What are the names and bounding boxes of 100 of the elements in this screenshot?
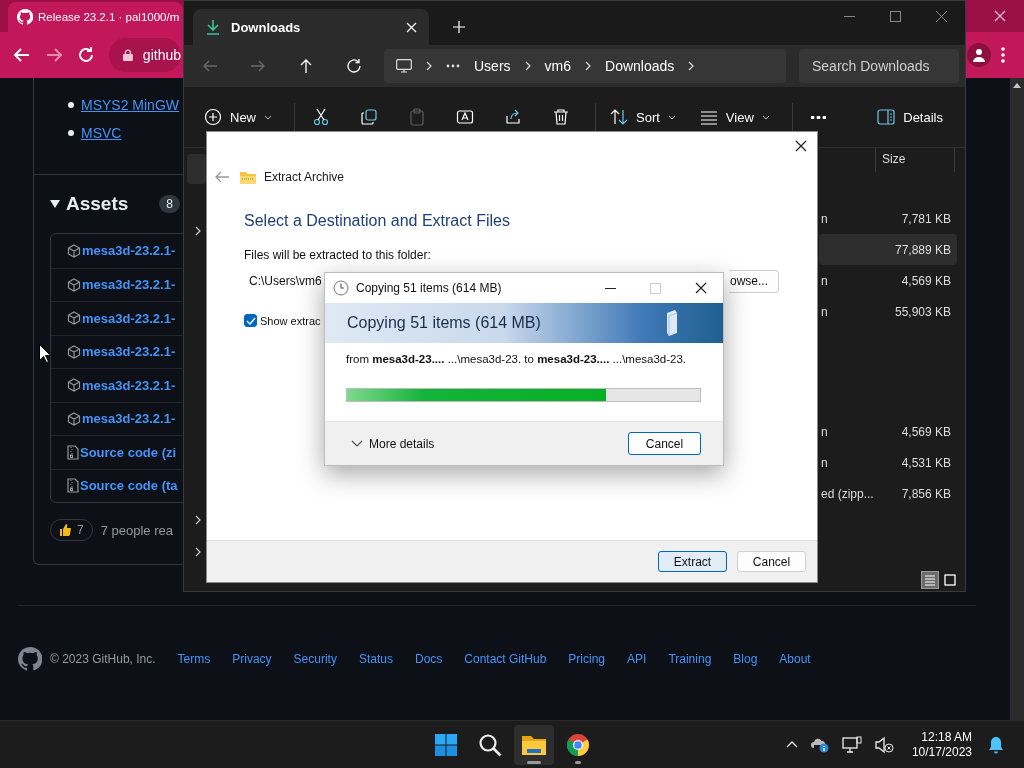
browser-icon <box>566 732 590 757</box>
speaker-muted-icon[interactable] <box>873 735 894 754</box>
breadcrumb-item[interactable]: Downloads <box>605 58 675 74</box>
file-size: 4,569 KB <box>900 273 952 288</box>
clock-button[interactable]: 12:18 AM 10/17/2023 <box>911 729 972 760</box>
scroll-up-icon[interactable] <box>1013 83 1021 88</box>
checkbox-label: Show extrac <box>260 314 321 327</box>
dialog-button[interactable]: Extract <box>658 551 727 572</box>
caret-icon[interactable] <box>50 200 60 208</box>
footer-link[interactable]: Terms <box>177 652 211 666</box>
profile-avatar[interactable] <box>967 43 991 67</box>
browser-tab[interactable]: Release 23.2.1 · pal1000/m <box>8 2 183 32</box>
more-icon <box>811 115 827 119</box>
document-icon <box>665 309 679 337</box>
chevron-right-icon[interactable] <box>524 61 531 71</box>
checkbox[interactable] <box>244 314 257 327</box>
asset-link[interactable]: mesa3d-23.2.1- <box>82 344 176 360</box>
asset-link[interactable]: mesa3d-23.2.1- <box>82 243 176 259</box>
file-row[interactable]: n 4,569 KB <box>819 416 957 447</box>
file-size: 77,889 KB <box>893 242 952 257</box>
cancel-button[interactable]: Cancel <box>628 432 701 455</box>
explorer-tab[interactable]: Downloads <box>193 9 429 45</box>
close-icon[interactable] <box>795 140 807 152</box>
file-row[interactable]: n 55,903 KB <box>819 296 957 327</box>
file-row[interactable]: ed (zipp... 7,856 KB <box>819 478 957 509</box>
footer-link[interactable]: Security <box>293 652 337 666</box>
file-row[interactable]: n 4,531 KB <box>819 447 957 478</box>
more-details-toggle[interactable]: More details <box>351 436 435 451</box>
search-icon <box>478 732 502 757</box>
file-size: 7,856 KB <box>900 486 952 501</box>
kebab-menu-icon[interactable] <box>1001 47 1005 63</box>
view-button[interactable]: View <box>691 100 778 134</box>
asset-link[interactable]: mesa3d-23.2.1- <box>82 377 176 393</box>
download-link[interactable]: MSYS2 MinGW <box>81 97 179 113</box>
dialog-button[interactable]: Cancel <box>737 551 806 572</box>
more-icon[interactable] <box>446 64 460 68</box>
new-button[interactable]: New <box>196 100 280 134</box>
network-icon[interactable] <box>841 735 862 754</box>
chevron-right-icon[interactable] <box>195 515 201 525</box>
file-row[interactable]: n 7,781 KB <box>819 203 957 234</box>
chevron-right-icon[interactable] <box>585 61 591 71</box>
address-bar[interactable]: github <box>109 38 181 72</box>
search-field[interactable]: Search Downloads <box>799 49 959 83</box>
plus-circle-icon <box>204 108 222 126</box>
copyright-text: © 2023 GitHub, Inc. <box>50 652 156 666</box>
chevron-up-icon[interactable] <box>785 741 798 748</box>
file-type: n <box>821 304 828 319</box>
back-icon[interactable] <box>13 46 31 64</box>
up-arrow-icon[interactable] <box>298 58 314 74</box>
tiles-view-button[interactable] <box>941 571 959 589</box>
chevron-right-icon[interactable] <box>195 547 201 557</box>
chevron-right-icon[interactable] <box>426 61 432 71</box>
notification-bell-icon[interactable] <box>988 735 1004 754</box>
footer-link[interactable]: Docs <box>414 652 443 666</box>
footer-link[interactable]: Contact GitHub <box>464 652 547 666</box>
download-link[interactable]: MSVC <box>81 125 122 141</box>
file-row[interactable]: 77,889 KB <box>819 234 957 265</box>
footer-link[interactable]: Blog <box>733 652 758 666</box>
asset-link[interactable]: Source code (ta <box>80 478 178 494</box>
asset-link[interactable]: mesa3d-23.2.1- <box>82 411 176 427</box>
dialog-title: Extract Archive <box>264 170 345 184</box>
maximize-icon[interactable] <box>890 11 901 22</box>
scrollbar[interactable] <box>1010 78 1024 720</box>
chevron-down-icon <box>351 440 363 447</box>
column-header[interactable]: Size <box>875 148 955 172</box>
reload-icon[interactable] <box>77 46 95 64</box>
refresh-icon[interactable] <box>346 58 362 74</box>
footer-link[interactable]: Privacy <box>232 652 272 666</box>
breadcrumb-item[interactable]: Users <box>474 58 511 74</box>
asset-link[interactable]: mesa3d-23.2.1- <box>82 277 176 293</box>
nav-pane-item[interactable] <box>187 154 207 184</box>
browse-button[interactable]: owse... <box>729 269 779 293</box>
sort-button[interactable]: Sort <box>602 100 684 134</box>
chevron-right-icon[interactable] <box>195 226 201 236</box>
window-title: Copying 51 items (614 MB) <box>356 281 502 295</box>
package-icon <box>67 411 81 426</box>
count-badge: 8 <box>159 195 180 213</box>
chevron-down-icon <box>264 114 272 120</box>
new-tab-icon[interactable] <box>453 21 465 33</box>
footer-link[interactable]: Training <box>668 652 712 666</box>
chevron-right-icon[interactable] <box>688 61 695 71</box>
asset-link[interactable]: Source code (zi <box>80 444 177 460</box>
footer-link[interactable]: Status <box>358 652 393 666</box>
file-row[interactable]: n 4,569 KB <box>819 265 957 296</box>
close-icon[interactable] <box>695 282 707 294</box>
asset-link[interactable]: mesa3d-23.2.1- <box>82 310 176 326</box>
copy-icon <box>360 108 378 126</box>
file-explorer-button[interactable] <box>514 724 554 765</box>
details-button[interactable]: Details <box>869 100 951 134</box>
breadcrumb-item[interactable]: vm6 <box>544 58 571 74</box>
back-icon[interactable] <box>215 171 229 183</box>
zip-folder-icon <box>239 169 257 185</box>
address-bar[interactable]: Users vm6 Downloads <box>384 49 786 83</box>
cloud-icon[interactable] <box>809 736 830 753</box>
footer-link[interactable]: About <box>779 652 811 666</box>
footer-link[interactable]: Pricing <box>568 652 606 666</box>
github-logo-icon[interactable] <box>18 647 42 671</box>
package-icon <box>67 277 81 292</box>
computer-icon[interactable] <box>396 59 412 73</box>
footer-link[interactable]: API <box>627 652 647 666</box>
